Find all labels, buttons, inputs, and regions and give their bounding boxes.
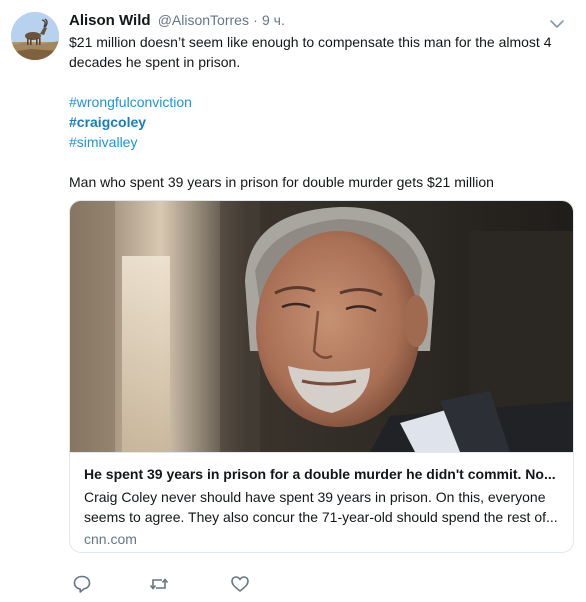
heart-icon <box>231 576 249 592</box>
retweet-icon <box>149 578 169 590</box>
card-image[interactable] <box>70 201 573 452</box>
tweet: Alison Wild @AlisonTorres · 9 ч. $21 mil… <box>0 0 586 602</box>
tweet-headline-line: Man who spent 39 years in prison for dou… <box>69 174 494 190</box>
link-preview-card[interactable]: He spent 39 years in prison for a double… <box>69 200 574 553</box>
hashtag-craigcoley[interactable]: #craigcoley <box>69 114 146 130</box>
tweet-timestamp[interactable]: 9 ч. <box>262 12 285 28</box>
tweet-actions <box>69 574 369 596</box>
tweet-text: $21 million doesn’t seem like enough to … <box>69 32 569 192</box>
reply-icon <box>73 575 91 593</box>
retweet-button[interactable] <box>149 574 171 596</box>
avatar[interactable] <box>11 12 59 60</box>
card-description: Craig Coley never should have spent 39 y… <box>84 489 558 525</box>
chevron-down-icon <box>550 20 564 28</box>
author-handle[interactable]: @AlisonTorres <box>158 12 249 28</box>
separator-dot: · <box>253 12 258 28</box>
card-domain: cnn.com <box>84 531 137 547</box>
hashtag-wrongfulconviction[interactable]: #wrongfulconviction <box>69 94 192 110</box>
tweet-header: Alison Wild @AlisonTorres · 9 ч. <box>69 11 285 30</box>
tweet-body: $21 million doesn’t seem like enough to … <box>69 34 552 70</box>
reply-button[interactable] <box>72 574 94 596</box>
more-options-button[interactable] <box>549 16 565 28</box>
hashtag-simivalley[interactable]: #simivalley <box>69 134 137 150</box>
portrait-photo <box>70 201 573 452</box>
author-name[interactable]: Alison Wild <box>69 12 151 29</box>
goat-avatar-image <box>11 12 59 60</box>
card-body[interactable]: He spent 39 years in prison for a double… <box>70 452 573 552</box>
card-title[interactable]: He spent 39 years in prison for a double… <box>84 464 564 484</box>
like-button[interactable] <box>230 574 252 596</box>
